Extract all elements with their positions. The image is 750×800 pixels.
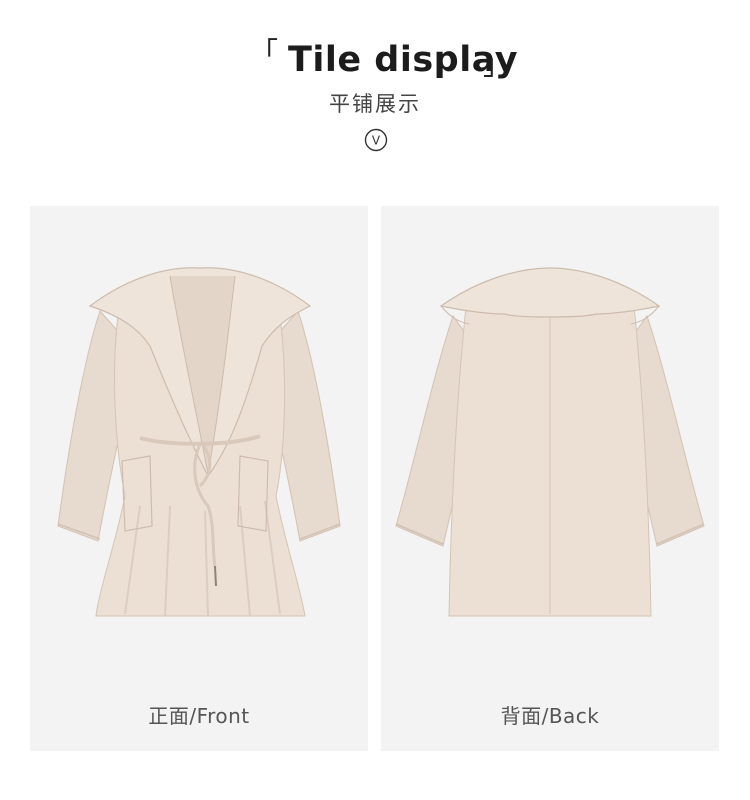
title-bracket-left: 「 [250, 36, 279, 69]
front-caption: 正面/Front [148, 704, 250, 728]
svg-text:V: V [372, 134, 381, 148]
back-view-panel: 背面/Back [381, 206, 719, 751]
section-subtitle: 平铺展示 [329, 92, 421, 116]
circle-v-icon: V [364, 128, 388, 152]
coat-back-image [395, 267, 705, 617]
coat-front-image [57, 267, 341, 617]
back-caption: 背面/Back [500, 704, 600, 728]
title-bracket-right: 」 [483, 48, 512, 81]
section-title: 「 Tile display 」 [0, 36, 750, 86]
front-view-panel: 正面/Front [30, 206, 368, 751]
